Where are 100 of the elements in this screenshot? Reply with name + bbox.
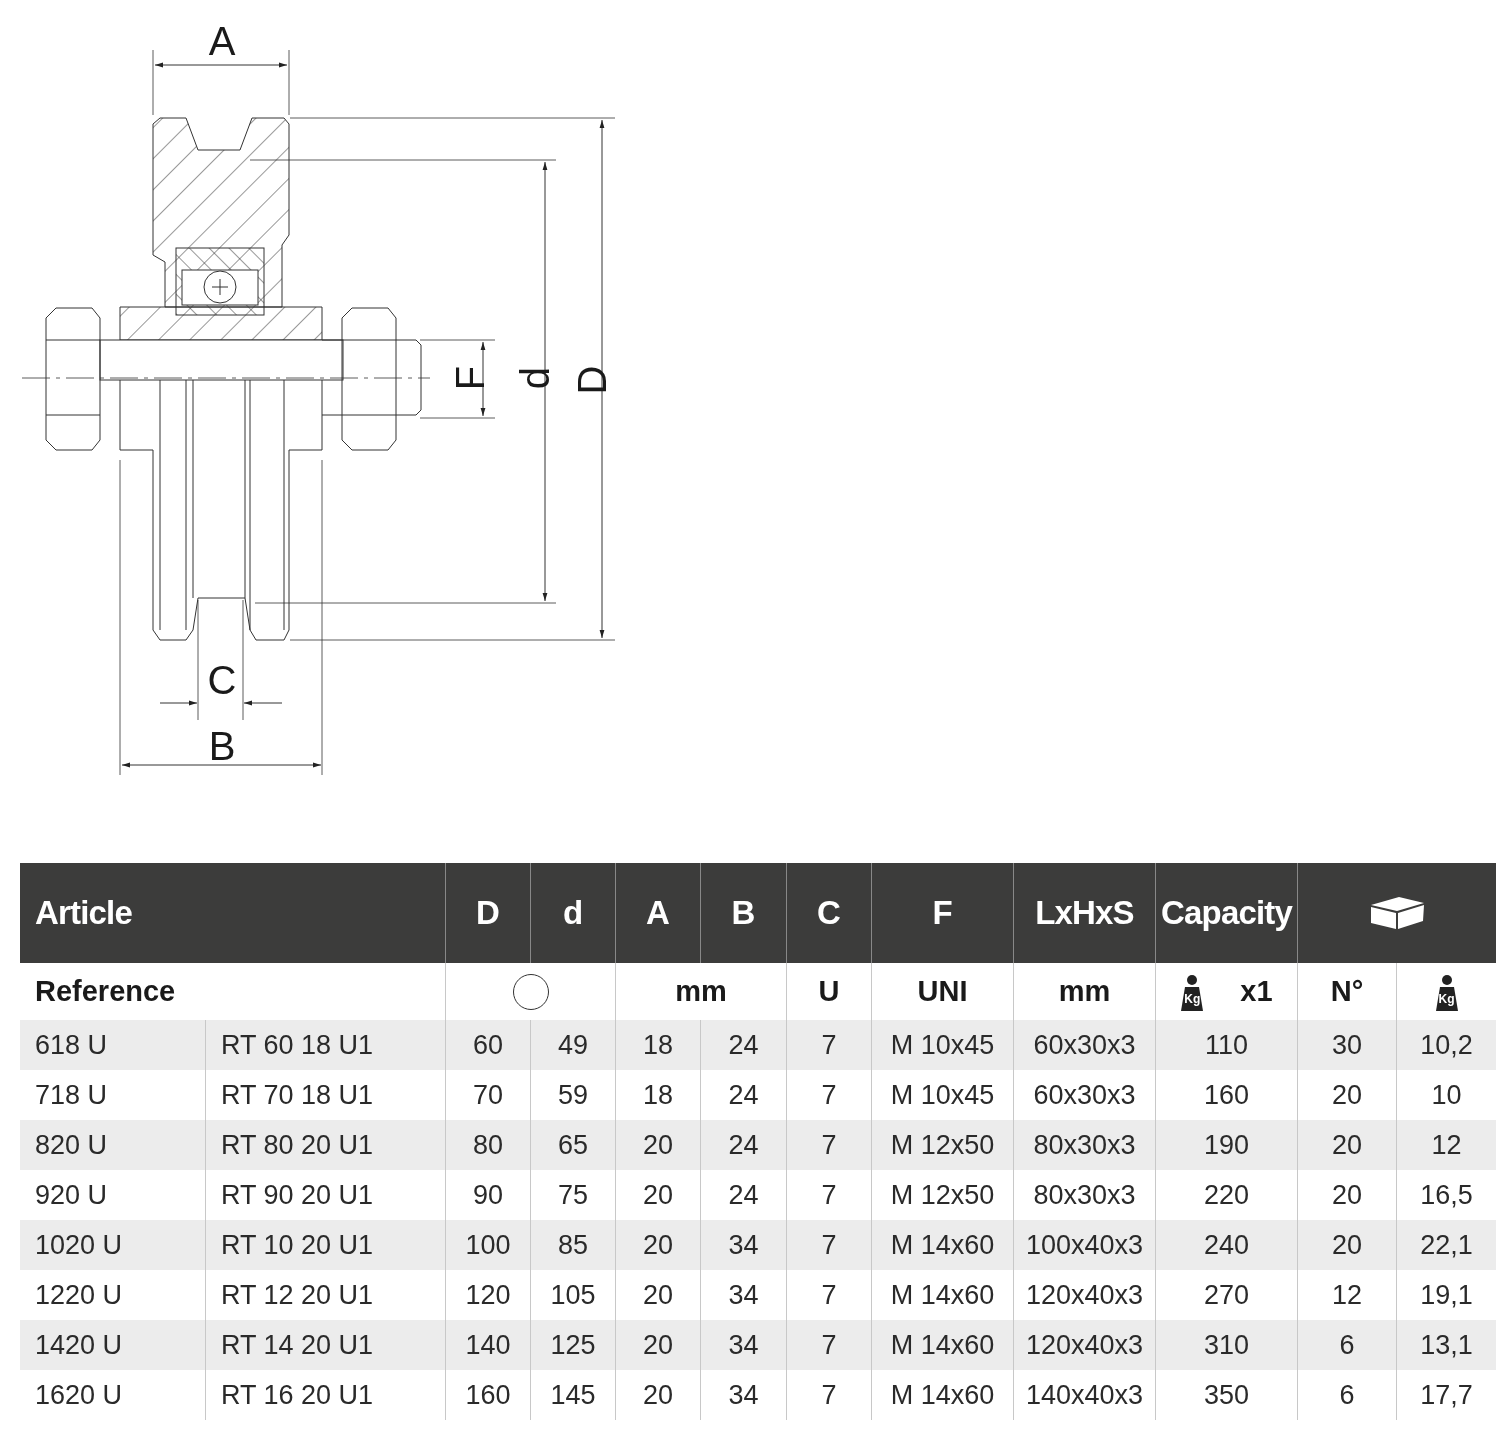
table-cell-text: 618 U — [35, 1028, 108, 1062]
table-cell-text: 120 — [465, 1278, 511, 1312]
table-cell-text: RT 16 20 U1 — [221, 1378, 374, 1412]
unit-label: U — [818, 973, 840, 1009]
table-cell-text: 90 — [472, 1178, 503, 1212]
table-cell-text: 20 — [642, 1178, 673, 1212]
table-cell-text: 1220 U — [35, 1278, 123, 1312]
column-header: A — [646, 893, 670, 934]
table-cell-text: RT 70 18 U1 — [221, 1078, 374, 1112]
table-cell-text: 75 — [557, 1178, 588, 1212]
table-cell-text: 60x30x3 — [1033, 1028, 1136, 1062]
table-cell-text: 160 — [465, 1378, 511, 1412]
table-cell-text: 22,1 — [1420, 1228, 1473, 1262]
table-cell-text: 80x30x3 — [1033, 1178, 1136, 1212]
table-cell-text: 7 — [821, 1178, 837, 1212]
table-cell-text: RT 60 18 U1 — [221, 1028, 374, 1062]
table-cell-text: 30 — [1331, 1028, 1362, 1062]
table-cell-text: 7 — [821, 1028, 837, 1062]
table-cell-text: 20 — [1331, 1078, 1362, 1112]
table-cell-text: 920 U — [35, 1178, 108, 1212]
table-cell-text: 310 — [1203, 1328, 1250, 1362]
table-cell-text: 7 — [821, 1378, 837, 1412]
table-cell-text: 49 — [557, 1028, 588, 1062]
table-cell-text: RT 14 20 U1 — [221, 1328, 374, 1362]
table-cell-text: 12 — [1431, 1128, 1462, 1162]
table-cell-text: RT 80 20 U1 — [221, 1128, 374, 1162]
table-cell-text: 6 — [1339, 1328, 1355, 1362]
dimension-label: D — [570, 365, 614, 395]
column-header: F — [932, 893, 953, 934]
table-cell-text: 20 — [642, 1128, 673, 1162]
table-cell-text: 34 — [728, 1378, 759, 1412]
unit-label: Reference — [35, 973, 176, 1009]
table-cell-text: 140 — [465, 1328, 511, 1362]
unit-label: mm — [1058, 973, 1111, 1009]
dimension-label: d — [513, 366, 557, 390]
table-cell-text: 7 — [821, 1278, 837, 1312]
table-cell-text: RT 90 20 U1 — [221, 1178, 374, 1212]
table-cell-text: 110 — [1204, 1028, 1248, 1062]
table-cell-text: M 10x45 — [890, 1078, 995, 1112]
table-cell-text: 59 — [557, 1078, 588, 1112]
table-cell-text: M 12x50 — [890, 1178, 995, 1212]
dimension-label: C — [207, 658, 237, 702]
table-cell-text: 10,2 — [1420, 1028, 1473, 1062]
column-header: Article — [35, 893, 132, 934]
table-cell-text: 80 — [472, 1128, 503, 1162]
table-cell-text: 105 — [550, 1278, 596, 1312]
table-cell-text: 13,1 — [1420, 1328, 1473, 1362]
table-cell-text: 120x40x3 — [1025, 1278, 1144, 1312]
table-cell-text: 34 — [728, 1328, 759, 1362]
table-cell-text: 24 — [728, 1178, 759, 1212]
table-cell-text: M 10x45 — [890, 1028, 995, 1062]
dimension-label: A — [208, 19, 236, 63]
table-cell-text: 160 — [1203, 1078, 1250, 1112]
dimension-label: B — [208, 724, 236, 768]
table-cell-text: M 14x60 — [890, 1228, 995, 1262]
table-cell-text: RT 10 20 U1 — [221, 1228, 374, 1262]
table-cell-text: 1420 U — [35, 1328, 123, 1362]
table-cell-text: 20 — [642, 1278, 673, 1312]
table-cell-text: M 14x60 — [890, 1378, 995, 1412]
table-cell-text: 125 — [550, 1328, 596, 1362]
table-cell-text: 190 — [1203, 1128, 1250, 1162]
table-cell-text: 19,1 — [1420, 1278, 1473, 1312]
table-cell-text: 270 — [1203, 1278, 1250, 1312]
column-header: B — [731, 893, 756, 934]
table-cell-text: 34 — [728, 1278, 759, 1312]
table-cell-text: 16,5 — [1420, 1178, 1473, 1212]
table-cell-text: 65 — [557, 1128, 588, 1162]
table-cell-text: 120x40x3 — [1025, 1328, 1144, 1362]
table-cell-text: 240 — [1203, 1228, 1250, 1262]
table-cell-text: M 14x60 — [890, 1328, 995, 1362]
table-cell-text: 10 — [1431, 1078, 1462, 1112]
table-cell-text: 18 — [642, 1078, 673, 1112]
column-header: LxHxS — [1035, 893, 1134, 934]
table-cell-text: 20 — [1331, 1228, 1362, 1262]
table-cell-text: 100 — [465, 1228, 511, 1262]
unit-label: x1 — [1240, 973, 1273, 1009]
table-cell-text: 7 — [821, 1228, 837, 1262]
table-cell-text: 85 — [557, 1228, 588, 1262]
table-cell-text: 7 — [821, 1078, 837, 1112]
table-cell-text: 60x30x3 — [1033, 1078, 1136, 1112]
column-header: Capacity — [1161, 893, 1292, 934]
table-cell-text: 820 U — [35, 1128, 108, 1162]
table-cell-text: 7 — [821, 1328, 837, 1362]
column-header: d — [562, 893, 584, 934]
table-cell-text: 20 — [1331, 1178, 1362, 1212]
table-cell-text: 20 — [642, 1328, 673, 1362]
unit-label: mm — [675, 973, 727, 1009]
table-cell-text: 24 — [728, 1128, 759, 1162]
table-cell-text: 17,7 — [1420, 1378, 1473, 1412]
box-icon — [1369, 895, 1425, 931]
table-cell-text: 20 — [1331, 1128, 1362, 1162]
table-cell-text: 1020 U — [35, 1228, 123, 1262]
table-cell-text: 100x40x3 — [1025, 1228, 1144, 1262]
table-cell-text: 140x40x3 — [1025, 1378, 1144, 1412]
table-cell-text: 145 — [550, 1378, 596, 1412]
table-cell-text: M 12x50 — [890, 1128, 995, 1162]
dimension-label: F — [448, 365, 492, 391]
unit-label: N° — [1330, 973, 1364, 1009]
table-cell-text: 34 — [728, 1228, 759, 1262]
unit-label: UNI — [917, 973, 968, 1009]
